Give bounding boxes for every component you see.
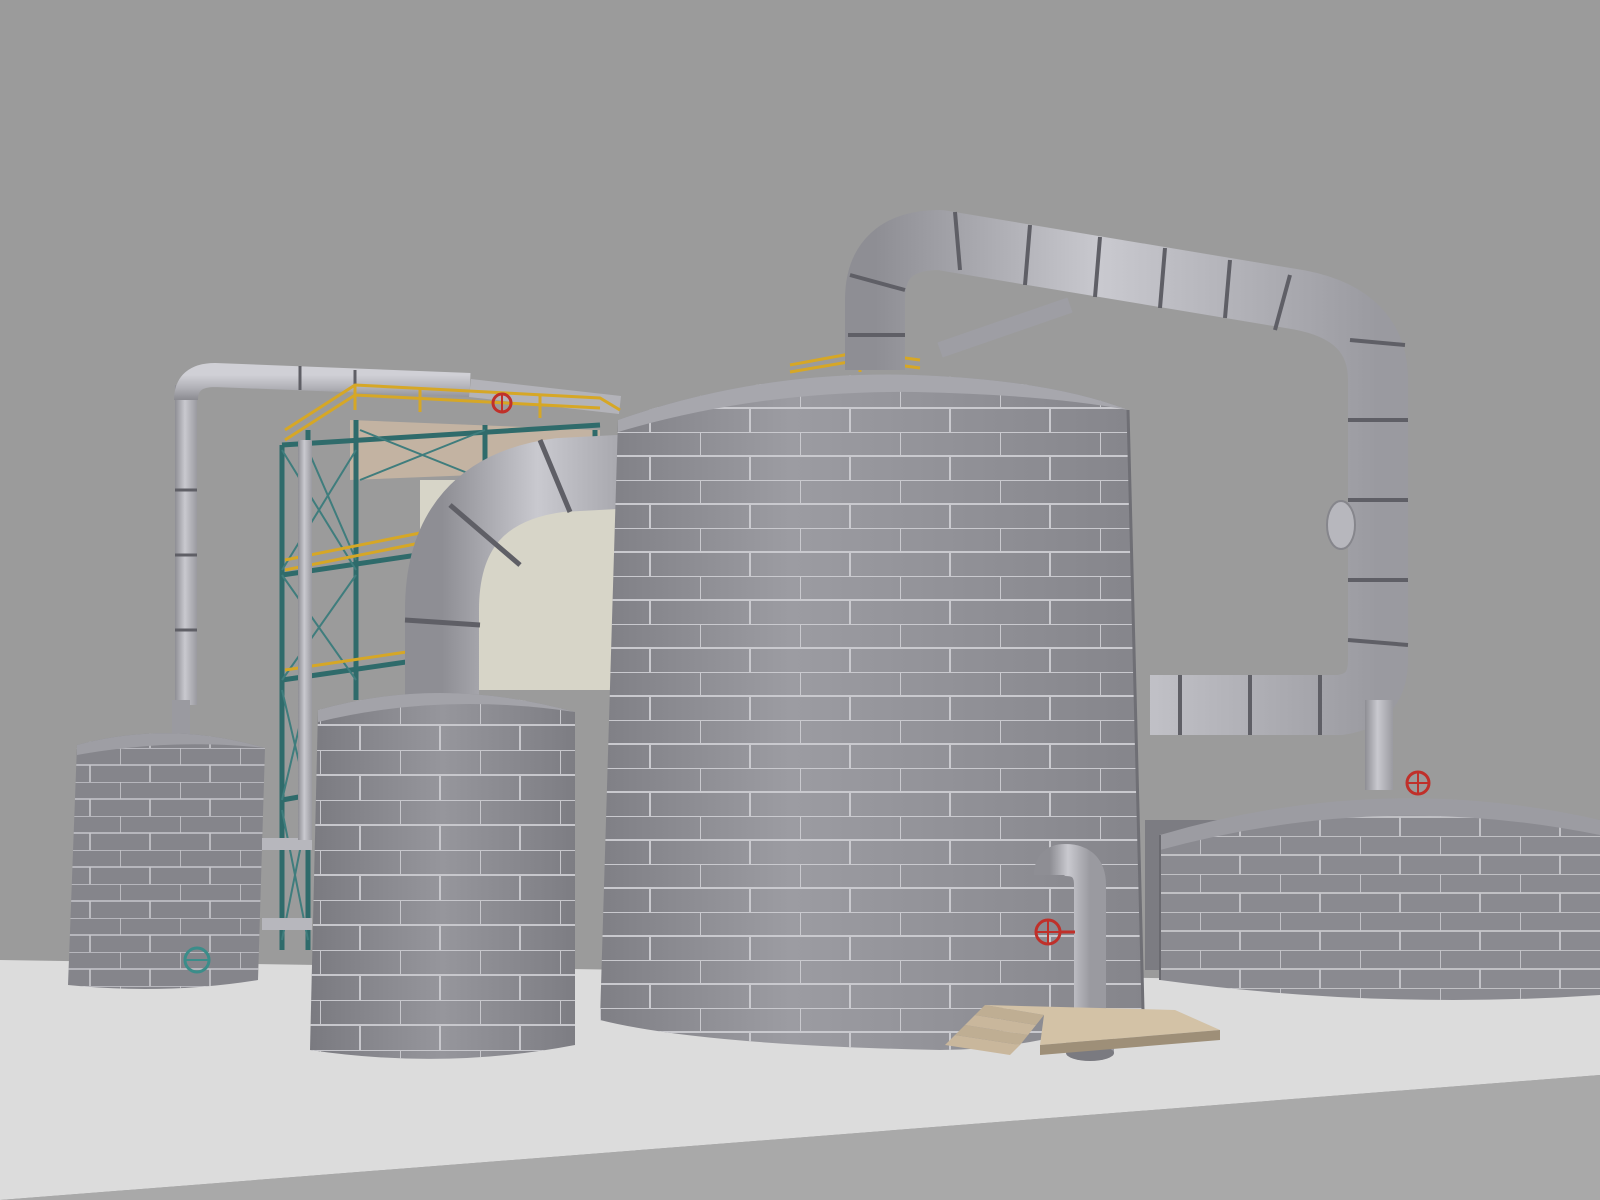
red-valve-icon bbox=[1405, 770, 1431, 796]
facility-scene bbox=[0, 0, 1600, 1200]
right-storage-tank bbox=[1145, 798, 1600, 1000]
main-central-tank bbox=[600, 374, 1145, 1051]
medium-tank bbox=[310, 692, 575, 1059]
small-left-tank bbox=[68, 700, 265, 989]
